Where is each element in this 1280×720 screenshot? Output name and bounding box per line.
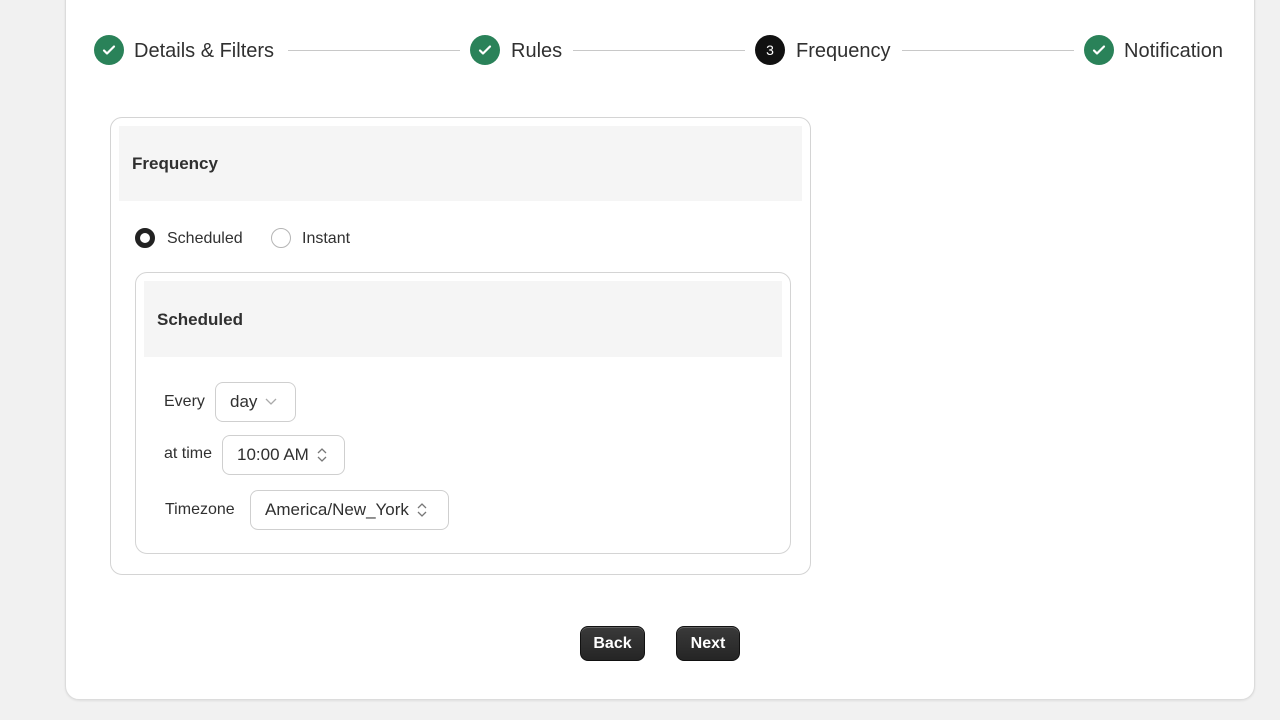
step-3-label: Frequency <box>796 40 891 62</box>
scheduled-radio[interactable] <box>135 228 155 248</box>
time-label: at time <box>164 445 213 462</box>
chevron-down-icon <box>265 398 277 405</box>
time-value: 10:00 AM <box>237 445 309 464</box>
instant-radio-label[interactable]: Instant <box>302 230 350 248</box>
step-connector <box>573 50 745 51</box>
every-value: day <box>230 392 258 411</box>
step-2-check-icon <box>470 35 500 65</box>
every-label: Every <box>164 393 205 410</box>
up-down-chevron-icon <box>417 503 427 517</box>
step-1-label: Details & Filters <box>134 40 275 62</box>
scheduled-title: Scheduled <box>157 310 243 329</box>
frequency-header <box>119 126 802 201</box>
time-select[interactable]: 10:00 AM <box>222 435 345 475</box>
frequency-title: Frequency <box>132 154 218 173</box>
step-2-label: Rules <box>511 40 563 62</box>
instant-radio[interactable] <box>271 228 291 248</box>
up-down-chevron-icon <box>317 448 327 462</box>
step-1-check-icon <box>94 35 124 65</box>
step-connector <box>288 50 460 51</box>
timezone-value: America/New_York <box>265 500 409 519</box>
scheduled-radio-label[interactable]: Scheduled <box>167 230 243 248</box>
back-button[interactable]: Back <box>580 626 645 661</box>
every-select[interactable]: day <box>215 382 296 422</box>
timezone-label: Timezone <box>165 501 235 518</box>
timezone-select[interactable]: America/New_York <box>250 490 449 530</box>
next-button[interactable]: Next <box>676 626 740 661</box>
step-4-label: Notification <box>1124 40 1223 62</box>
step-connector <box>902 50 1074 51</box>
step-4-check-icon <box>1084 35 1114 65</box>
step-3-number: 3 <box>755 35 785 65</box>
